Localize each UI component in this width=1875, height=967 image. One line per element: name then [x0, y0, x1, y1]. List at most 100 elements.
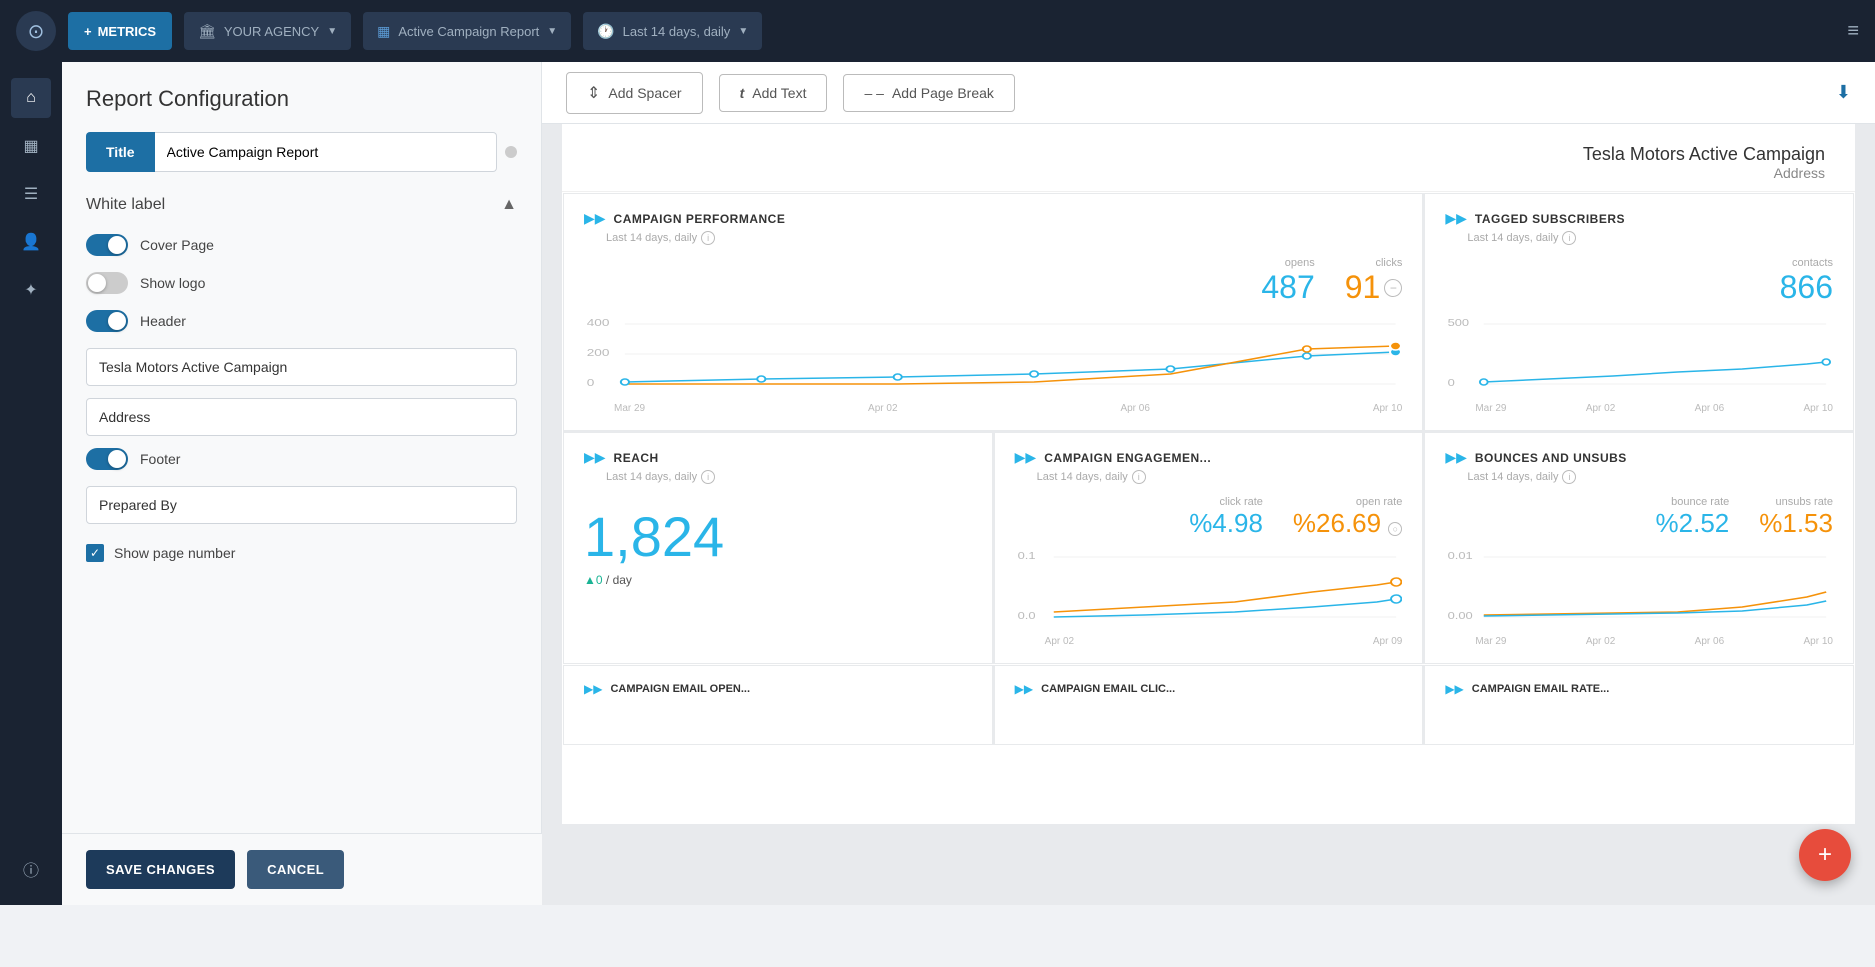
info-icon-campaign[interactable]: i	[701, 231, 715, 245]
add-page-break-button[interactable]: – – Add Page Break	[843, 74, 1014, 112]
show-page-number-row: ✓ Show page number	[86, 544, 517, 562]
widget-header-email-open: ▶▶ CAMPAIGN EMAIL OPEN...	[584, 682, 972, 696]
white-label-label: White label	[86, 196, 165, 214]
report-area: Tesla Motors Active Campaign Address ▶▶ …	[542, 124, 1875, 844]
agency-label: YOUR AGENCY	[224, 24, 319, 39]
report-label: Active Campaign Report	[398, 24, 539, 39]
sidebar-item-home[interactable]: ⌂	[11, 78, 51, 118]
header-row: Header	[86, 310, 517, 332]
info-icon-bounces[interactable]: i	[1562, 470, 1576, 484]
metric-opens-label: opens	[1261, 257, 1314, 269]
widget-subtitle-tagged: Last 14 days, daily i	[1467, 231, 1833, 245]
fab-plus-icon: +	[1818, 841, 1832, 869]
report-grid-icon: ▦	[377, 23, 390, 40]
widget-email-open: ▶▶ CAMPAIGN EMAIL OPEN...	[563, 665, 993, 745]
text-icon: t	[740, 85, 745, 101]
chart-dates-tagged: Mar 29 Apr 02 Apr 06 Apr 10	[1445, 403, 1833, 414]
widget-email-rate: ▶▶ CAMPAIGN EMAIL RATE...	[1424, 665, 1854, 745]
svg-text:200: 200	[587, 347, 610, 359]
date-arrow-icon: ▼	[738, 26, 748, 37]
report-dropdown[interactable]: ▦ Active Campaign Report ▼	[363, 12, 571, 50]
svg-text:0.00: 0.00	[1448, 611, 1473, 621]
metric-bounce-rate: bounce rate %2.52	[1656, 496, 1730, 539]
add-page-break-label: Add Page Break	[892, 85, 994, 101]
chart-dates-bounces: Mar 29 Apr 02 Apr 06 Apr 10	[1445, 636, 1833, 647]
footer-toggle[interactable]	[86, 448, 128, 470]
chart-campaign-performance: 400 200 0	[584, 314, 1402, 414]
sidebar-item-contacts[interactable]: 👤	[11, 222, 51, 262]
widget-reach: ▶▶ REACH Last 14 days, daily i 1,824 ▲0 …	[563, 432, 993, 664]
metric-open-rate: open rate %26.69 ○	[1293, 496, 1402, 539]
fab-add-button[interactable]: +	[1799, 829, 1851, 881]
reach-number: 1,824	[584, 504, 972, 569]
cover-page-toggle[interactable]	[86, 234, 128, 256]
add-text-button[interactable]: t Add Text	[719, 74, 828, 112]
info-icon-tagged[interactable]: i	[1562, 231, 1576, 245]
config-panel-title: Report Configuration	[86, 86, 517, 112]
header-label: Header	[140, 313, 186, 329]
date-range-dropdown[interactable]: 🕐 Last 14 days, daily ▼	[583, 12, 762, 50]
metric-opens-value: 487	[1261, 269, 1314, 306]
report-header-address: Address	[592, 165, 1825, 181]
widget-icon-bounces: ▶▶	[1445, 449, 1467, 466]
chart-tagged: 500 0 Mar 29 Apr 02 Apr 06 Ap	[1445, 314, 1833, 414]
header-text-input[interactable]	[86, 348, 517, 386]
minus-icon-clicks[interactable]: −	[1384, 279, 1402, 297]
save-changes-button[interactable]: SAVE CHANGES	[86, 850, 235, 889]
white-label-section: White label ▲	[86, 196, 517, 214]
logo-icon: ⊙	[28, 19, 45, 44]
sidebar-item-campaigns[interactable]: ✦	[11, 270, 51, 310]
metric-clicks-value: 91 −	[1345, 269, 1403, 306]
cover-page-row: Cover Page	[86, 234, 517, 256]
white-label-collapse-icon[interactable]: ▲	[501, 196, 517, 214]
widget-title-reach: REACH	[614, 451, 659, 465]
footer-row: Footer	[86, 448, 517, 470]
widget-metrics-engagement: click rate %4.98 open rate %26.69 ○	[1015, 496, 1403, 539]
sidebar-item-reports[interactable]: ☰	[11, 174, 51, 214]
download-icon: ⬇	[1836, 82, 1851, 102]
widget-tagged-subscribers: ▶▶ TAGGED SUBSCRIBERS Last 14 days, dail…	[1424, 193, 1854, 431]
address-input[interactable]	[86, 398, 517, 436]
report-header-title: Tesla Motors Active Campaign	[592, 144, 1825, 165]
svg-text:400: 400	[587, 317, 610, 329]
info-icon-reach[interactable]: i	[701, 470, 715, 484]
metric-unsubs-rate-value: %1.53	[1759, 508, 1833, 539]
hamburger-menu-icon[interactable]: ≡	[1847, 20, 1859, 43]
metric-unsubs-rate-label: unsubs rate	[1759, 496, 1833, 508]
widget-subtitle-reach: Last 14 days, daily i	[606, 470, 972, 484]
title-input[interactable]	[155, 132, 497, 172]
sidebar-item-dashboard[interactable]: ▦	[11, 126, 51, 166]
toolbar: ⇕ Add Spacer t Add Text – – Add Page Bre…	[542, 62, 1875, 124]
add-spacer-button[interactable]: ⇕ Add Spacer	[566, 72, 703, 114]
footer-label: Footer	[140, 451, 180, 467]
widget-subtitle-bounces: Last 14 days, daily i	[1467, 470, 1833, 484]
widget-title-email-rate: CAMPAIGN EMAIL RATE...	[1472, 683, 1610, 695]
date-range-label: Last 14 days, daily	[623, 24, 731, 39]
show-page-number-checkbox[interactable]: ✓	[86, 544, 104, 562]
cancel-button[interactable]: CANCEL	[247, 850, 344, 889]
agency-dropdown[interactable]: 🏛 YOUR AGENCY ▼	[184, 12, 351, 50]
info-icon-engagement[interactable]: i	[1132, 470, 1146, 484]
svg-text:0.01: 0.01	[1448, 551, 1473, 561]
sidebar-item-info[interactable]: ⓘ	[11, 849, 51, 889]
add-text-label: Add Text	[752, 85, 806, 101]
widget-icon-email-open: ▶▶	[584, 682, 602, 696]
widget-icon-engagement: ▶▶	[1015, 449, 1037, 466]
cover-page-label: Cover Page	[140, 237, 214, 253]
widget-header-email-rate: ▶▶ CAMPAIGN EMAIL RATE...	[1445, 682, 1833, 696]
widget-metrics-bounces: bounce rate %2.52 unsubs rate %1.53	[1445, 496, 1833, 539]
widget-icon-email-click: ▶▶	[1015, 682, 1033, 696]
widget-header-reach: ▶▶ REACH	[584, 449, 972, 466]
download-button[interactable]: ⬇	[1836, 82, 1851, 103]
page-break-icon: – –	[864, 85, 883, 101]
main-content: ⇕ Add Spacer t Add Text – – Add Page Bre…	[542, 62, 1875, 905]
chart-dates-campaign: Mar 29 Apr 02 Apr 06 Apr 10	[584, 403, 1402, 414]
prepared-by-input[interactable]	[86, 486, 517, 524]
widget-bounces-unsubs: ▶▶ BOUNCES AND UNSUBS Last 14 days, dail…	[1424, 432, 1854, 664]
metrics-button[interactable]: + METRICS	[68, 12, 172, 50]
header-toggle[interactable]	[86, 310, 128, 332]
metric-opens: opens 487	[1261, 257, 1314, 306]
metric-click-rate-label: click rate	[1189, 496, 1263, 508]
widget-icon-campaign: ▶▶	[584, 210, 606, 227]
show-logo-toggle[interactable]	[86, 272, 128, 294]
